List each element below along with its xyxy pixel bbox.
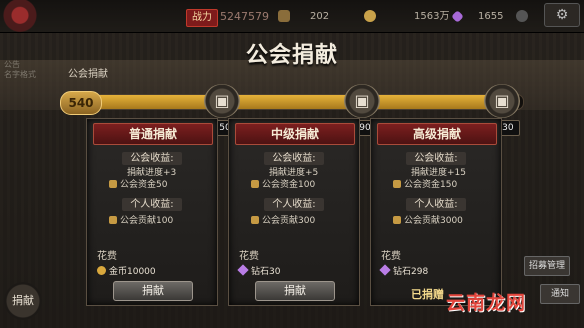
fund-gain: 公会资金50	[109, 177, 167, 190]
card-title: 普通捐献	[93, 123, 213, 145]
contribution-icon	[109, 216, 117, 224]
power-value: 5247579	[220, 10, 269, 23]
cost-value: 金币10000	[97, 264, 156, 277]
contribution-gain: 公会贡献300	[251, 213, 315, 226]
guild-income-label: 公会收益:	[371, 149, 501, 165]
donated-status: 已捐赠	[411, 288, 444, 301]
guild-income-label: 公会收益:	[87, 149, 217, 165]
fund-bag-icon	[109, 180, 117, 188]
personal-income-label: 个人收益:	[229, 195, 359, 211]
cost-label: 花费	[97, 251, 117, 262]
contribution-icon	[393, 216, 401, 224]
cost-value: 钻石298	[379, 264, 428, 277]
gem-icon	[237, 264, 249, 276]
cost-label: 花费	[381, 251, 401, 262]
donate-side-button[interactable]: 捐献	[4, 282, 42, 320]
chest-icon[interactable]: ▣	[484, 84, 520, 118]
gem-icon	[379, 264, 391, 276]
card-title: 中级捐献	[235, 123, 355, 145]
coin-icon	[364, 10, 376, 22]
fund-gain: 公会资金150	[393, 177, 457, 190]
cost-value: 钻石30	[237, 264, 280, 277]
progress-fill	[69, 95, 514, 109]
coin-icon	[97, 266, 106, 275]
personal-income-label: 个人收益:	[371, 195, 501, 211]
guild-emblem-icon[interactable]	[2, 0, 38, 34]
contribution-gain: 公会贡献3000	[393, 213, 463, 226]
donate-button[interactable]: 捐献	[113, 281, 193, 301]
power-label: 战力	[186, 9, 218, 27]
donate-button[interactable]: 捐献	[255, 281, 335, 301]
resource-bar: 战力 5247579 202 1563万 1655 ⚙	[0, 0, 584, 34]
recruit-manage-button[interactable]: 招募管理	[524, 256, 570, 276]
card-title: 高级捐献	[377, 123, 497, 145]
chest-icon[interactable]: ▣	[204, 84, 240, 118]
notice-button[interactable]: 通知	[540, 284, 580, 304]
cost-label: 花费	[239, 251, 259, 262]
fund-bag-icon	[251, 180, 259, 188]
name-format-label: 名字格式	[4, 70, 36, 79]
contribution-icon	[251, 216, 259, 224]
donation-card-advanced: 高级捐献 公会收益: 捐献进度+15 公会资金150 个人收益: 公会贡献300…	[370, 118, 502, 306]
page-subtitle: 公会捐献	[68, 69, 108, 80]
chest-icon[interactable]: ▣	[344, 84, 380, 118]
site-watermark: 云南龙网	[446, 292, 527, 314]
coin-value: 1563万	[414, 11, 450, 22]
add-resource-icon[interactable]	[516, 10, 528, 22]
gem-value: 1655	[478, 11, 504, 22]
donation-progress-bar	[68, 94, 524, 110]
stamina-value: 202	[310, 11, 330, 22]
settings-button[interactable]: ⚙	[544, 3, 580, 27]
gem-icon	[451, 10, 464, 23]
donation-card-intermediate: 中级捐献 公会收益: 捐献进度+5 公会资金100 个人收益: 公会贡献300 …	[228, 118, 360, 306]
personal-income-label: 个人收益:	[87, 195, 217, 211]
donation-card-normal: 普通捐献 公会收益: 捐献进度+3 公会资金50 个人收益: 公会贡献100 花…	[86, 118, 218, 306]
progress-total: 540	[60, 91, 102, 115]
fund-gain: 公会资金100	[251, 177, 315, 190]
contribution-gain: 公会贡献100	[109, 213, 173, 226]
stamina-icon	[278, 10, 290, 22]
guild-income-label: 公会收益:	[229, 149, 359, 165]
fund-bag-icon	[393, 180, 401, 188]
